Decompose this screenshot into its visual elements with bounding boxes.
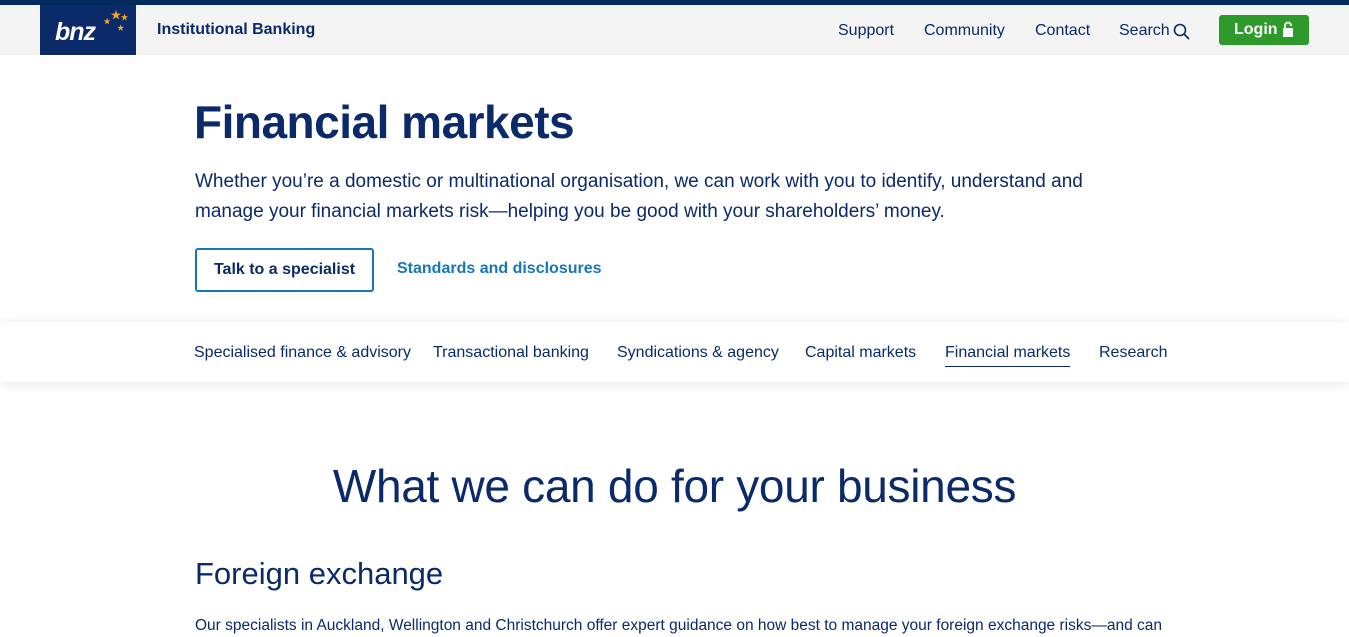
section-subnav: Specialised finance & advisory Transacti… (0, 322, 1349, 382)
foreign-exchange-heading: Foreign exchange (195, 556, 444, 591)
nav-support-link[interactable]: Support (838, 19, 894, 43)
subnav-item-transactional-banking[interactable]: Transactional banking (433, 342, 589, 364)
site-header: bnz Institutional Banking Support Commun… (0, 5, 1349, 55)
talk-to-specialist-button[interactable]: Talk to a specialist (195, 248, 374, 292)
login-label: Login (1234, 21, 1278, 38)
page-title: Financial markets (194, 96, 575, 148)
search-icon[interactable] (1173, 23, 1190, 40)
subnav-item-capital-markets[interactable]: Capital markets (805, 342, 916, 364)
subnav-item-syndications[interactable]: Syndications & agency (617, 342, 779, 364)
section-heading: What we can do for your business (332, 460, 1017, 512)
login-button[interactable]: Login (1219, 15, 1309, 45)
lock-icon (1283, 21, 1293, 37)
nav-community-link[interactable]: Community (924, 19, 1005, 43)
subnav-item-research[interactable]: Research (1099, 342, 1167, 364)
standards-disclosures-link[interactable]: Standards and disclosures (397, 258, 602, 280)
intro-paragraph: Whether you’re a domestic or multination… (195, 171, 1083, 222)
nav-search-link[interactable]: Search (1119, 19, 1170, 43)
nav-contact-link[interactable]: Contact (1035, 19, 1090, 43)
subnav-item-financial-markets-active[interactable]: Financial markets (945, 342, 1071, 367)
subnav-item-specialised-finance[interactable]: Specialised finance & advisory (194, 342, 411, 364)
top-navigation: Support Community Contact Search (0, 19, 1349, 43)
foreign-exchange-body: Our specialists in Auckland, Wellington … (195, 617, 1163, 634)
